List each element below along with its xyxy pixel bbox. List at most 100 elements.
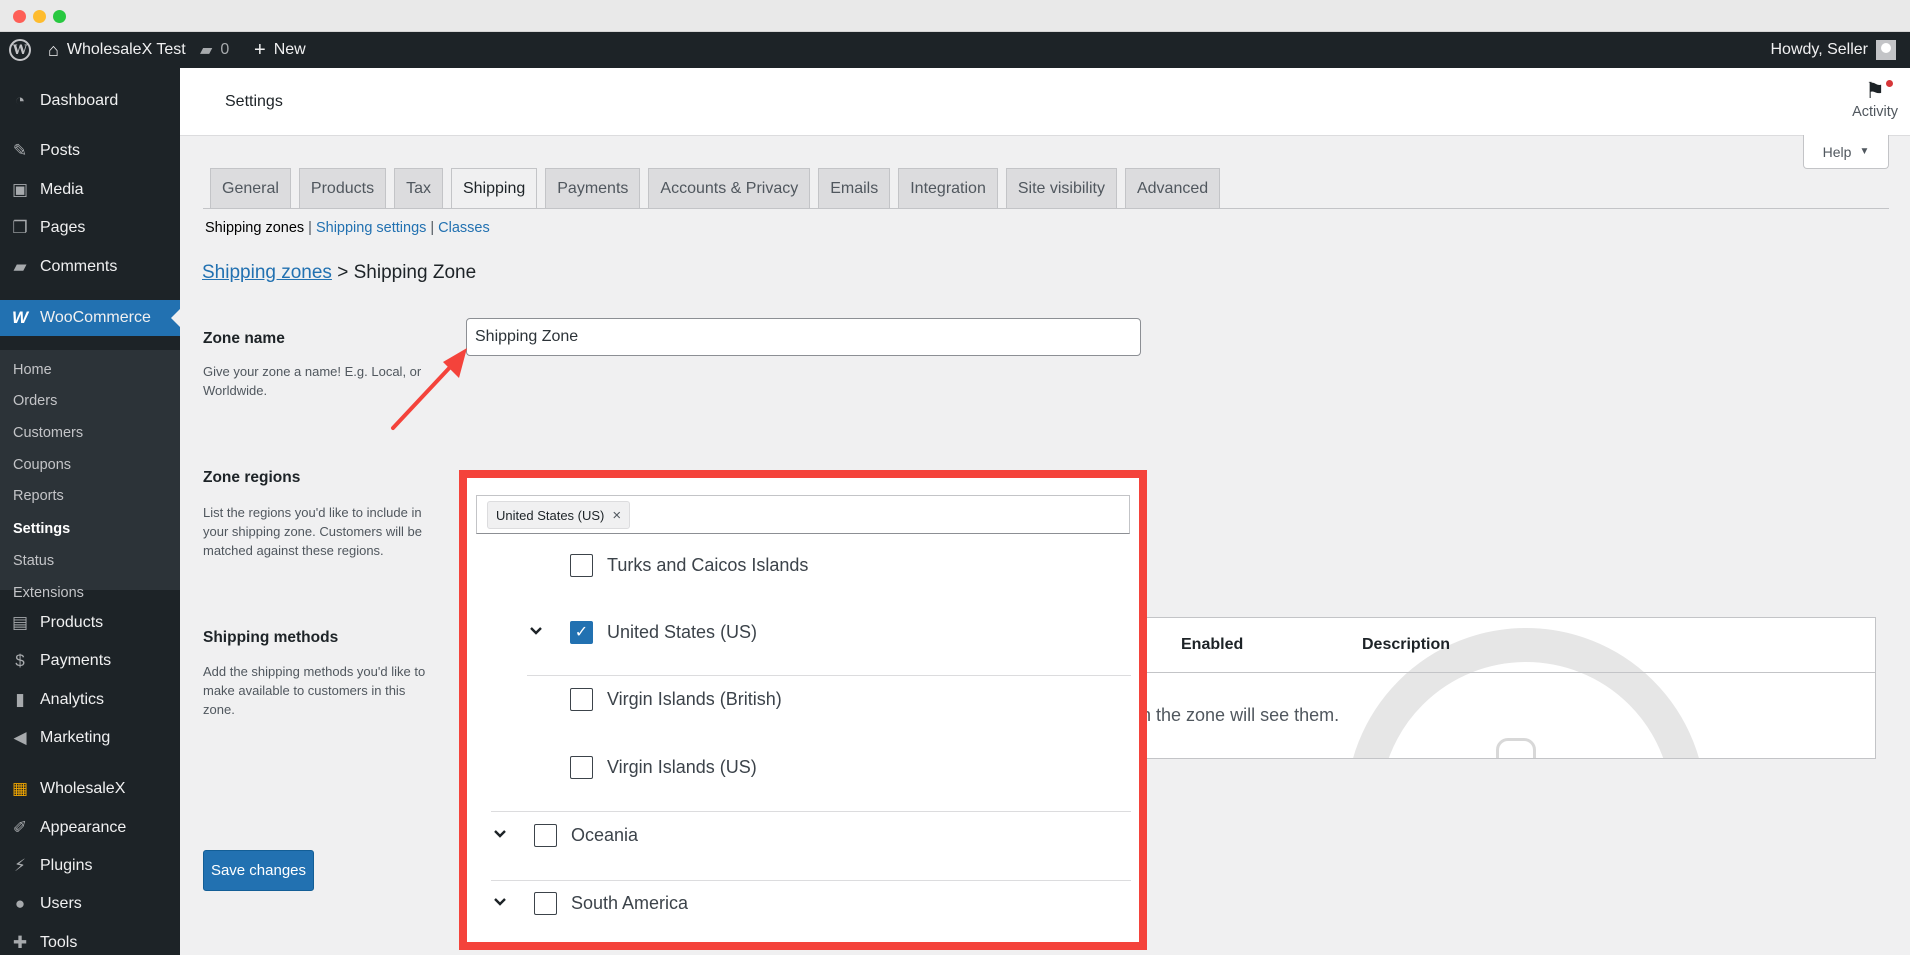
- howdy-text: Howdy, Seller: [1770, 41, 1868, 58]
- comments-count: 0: [220, 41, 230, 58]
- chevron-down-icon[interactable]: [493, 827, 507, 841]
- column-enabled: Enabled: [1181, 636, 1244, 653]
- sidebar-item-comments[interactable]: ▰ Comments: [0, 249, 180, 285]
- zone-name-input[interactable]: Shipping Zone: [466, 318, 1141, 356]
- window-titlebar: [0, 0, 1910, 32]
- comments-link[interactable]: ▰ 0: [200, 32, 229, 68]
- submenu-orders[interactable]: Orders: [13, 393, 57, 409]
- wholesalex-icon: ▦: [11, 779, 29, 798]
- save-changes-button[interactable]: Save changes: [203, 850, 314, 891]
- chevron-down-icon[interactable]: [529, 624, 543, 638]
- submenu-coupons[interactable]: Coupons: [13, 457, 71, 473]
- submenu-home[interactable]: Home: [13, 362, 52, 378]
- checkbox[interactable]: [570, 687, 593, 711]
- site-name-link[interactable]: ⌂ WholesaleX Test: [48, 32, 186, 68]
- tab-integration[interactable]: Integration: [898, 168, 998, 208]
- tab-products[interactable]: Products: [298, 168, 387, 208]
- region-option-virgin-islands-us[interactable]: Virgin Islands (US): [570, 747, 757, 787]
- option-label: Turks and Caicos Islands: [607, 554, 809, 575]
- help-button[interactable]: Help ▼: [1803, 135, 1889, 169]
- activity-label: Activity: [1852, 104, 1898, 120]
- payments-icon: $: [15, 651, 25, 670]
- sidebar-item-appearance[interactable]: ✐ Appearance: [0, 810, 180, 846]
- megaphone-icon: ◀: [13, 728, 27, 747]
- option-separator: [491, 811, 1131, 812]
- sidebar-item-dashboard[interactable]: ◔ Dashboard: [0, 83, 180, 119]
- region-option-turks-caicos[interactable]: Turks and Caicos Islands: [570, 545, 808, 585]
- breadcrumb-current: Shipping Zone: [353, 262, 477, 283]
- sidebar-item-marketing[interactable]: ◀ Marketing: [0, 720, 180, 756]
- empty-state-text: n the zone will see them.: [1141, 705, 1340, 725]
- submenu-extensions[interactable]: Extensions: [13, 585, 84, 601]
- option-separator: [527, 675, 1131, 676]
- sidebar-item-posts[interactable]: ✎ Posts: [0, 133, 180, 169]
- activity-button[interactable]: ⚑ Activity: [1852, 78, 1898, 120]
- region-search-input[interactable]: United States (US) ×: [476, 495, 1130, 534]
- maximize-window-button[interactable]: [53, 10, 66, 23]
- new-content-link[interactable]: + New: [254, 32, 306, 68]
- zone-regions-description: List the regions you'd like to include i…: [203, 505, 422, 558]
- checkbox[interactable]: [570, 755, 593, 779]
- wordpress-logo-icon: W: [9, 39, 31, 61]
- option-label: Oceania: [571, 824, 639, 845]
- subnav-shipping-zones[interactable]: Shipping zones: [205, 220, 304, 236]
- zone-name-value: Shipping Zone: [475, 328, 579, 345]
- sidebar-item-label: Comments: [40, 258, 118, 275]
- submenu-status[interactable]: Status: [13, 553, 54, 569]
- submenu-reports[interactable]: Reports: [13, 488, 64, 504]
- breadcrumb-shipping-zones-link[interactable]: Shipping zones: [202, 262, 332, 283]
- close-window-button[interactable]: [13, 10, 26, 23]
- shipping-methods-description: Add the shipping methods you'd like to m…: [203, 664, 426, 717]
- minimize-window-button[interactable]: [33, 10, 46, 23]
- pin-icon: ✎: [12, 141, 28, 160]
- region-option-oceania[interactable]: Oceania: [534, 815, 638, 855]
- tabs-divider: [203, 208, 1889, 209]
- sidebar-item-products[interactable]: ▤ Products: [0, 605, 180, 641]
- sidebar-item-plugins[interactable]: ⚡ Plugins: [0, 848, 180, 884]
- sidebar-item-wholesalex[interactable]: ▦ WholesaleX: [0, 771, 180, 807]
- chevron-down-icon[interactable]: [493, 895, 507, 909]
- tab-tax[interactable]: Tax: [394, 168, 443, 208]
- submenu-settings[interactable]: Settings: [13, 521, 70, 537]
- subnav-shipping-settings[interactable]: Shipping settings: [316, 220, 426, 236]
- account-menu[interactable]: Howdy, Seller: [1770, 32, 1896, 68]
- watermark-detail: [1496, 738, 1536, 758]
- breadcrumb: Shipping zones > Shipping Zone: [202, 262, 476, 284]
- tab-site-visibility[interactable]: Site visibility: [1005, 168, 1117, 208]
- option-label: Virgin Islands (British): [607, 688, 782, 709]
- shipping-subnav: Shipping zones | Shipping settings | Cla…: [205, 220, 490, 236]
- region-option-south-america[interactable]: South America: [534, 883, 688, 923]
- wordpress-logo-button[interactable]: W: [9, 32, 31, 68]
- chip-remove-icon[interactable]: ×: [612, 507, 621, 524]
- avatar: [1876, 40, 1896, 60]
- table-header: Enabled Description: [1141, 618, 1875, 673]
- sidebar-item-label: Appearance: [40, 819, 127, 836]
- checkbox[interactable]: [534, 891, 557, 915]
- checkbox[interactable]: [534, 823, 557, 847]
- sidebar-item-pages[interactable]: ❐ Pages: [0, 210, 180, 246]
- region-option-virgin-islands-british[interactable]: Virgin Islands (British): [570, 679, 782, 719]
- sidebar-item-label: Pages: [40, 219, 86, 236]
- tab-advanced[interactable]: Advanced: [1124, 168, 1221, 208]
- tab-emails[interactable]: Emails: [818, 168, 891, 208]
- tab-shipping[interactable]: Shipping: [450, 168, 538, 209]
- tab-general[interactable]: General: [210, 168, 291, 208]
- subnav-classes[interactable]: Classes: [438, 220, 490, 236]
- region-option-united-states[interactable]: ✓ United States (US): [570, 612, 757, 652]
- caret-down-icon: ▼: [1859, 146, 1870, 157]
- tab-accounts-privacy[interactable]: Accounts & Privacy: [648, 168, 811, 208]
- sidebar-item-media[interactable]: ▣ Media: [0, 172, 180, 208]
- tab-payments[interactable]: Payments: [545, 168, 641, 208]
- sidebar-item-label: WooCommerce: [40, 309, 151, 326]
- sidebar-item-analytics[interactable]: ▮ Analytics: [0, 682, 180, 718]
- checkbox[interactable]: [570, 553, 593, 577]
- checkbox-checked[interactable]: ✓: [570, 620, 593, 644]
- new-label: New: [273, 41, 306, 58]
- sidebar-item-tools[interactable]: ✚ Tools: [0, 925, 180, 955]
- sidebar-item-woocommerce[interactable]: W WooCommerce: [0, 300, 180, 336]
- sidebar-item-payments[interactable]: $ Payments: [0, 643, 180, 679]
- submenu-customers[interactable]: Customers: [13, 425, 83, 441]
- column-description: Description: [1362, 636, 1451, 653]
- pages-icon: ❐: [12, 218, 28, 237]
- sidebar-item-users[interactable]: ● Users: [0, 886, 180, 922]
